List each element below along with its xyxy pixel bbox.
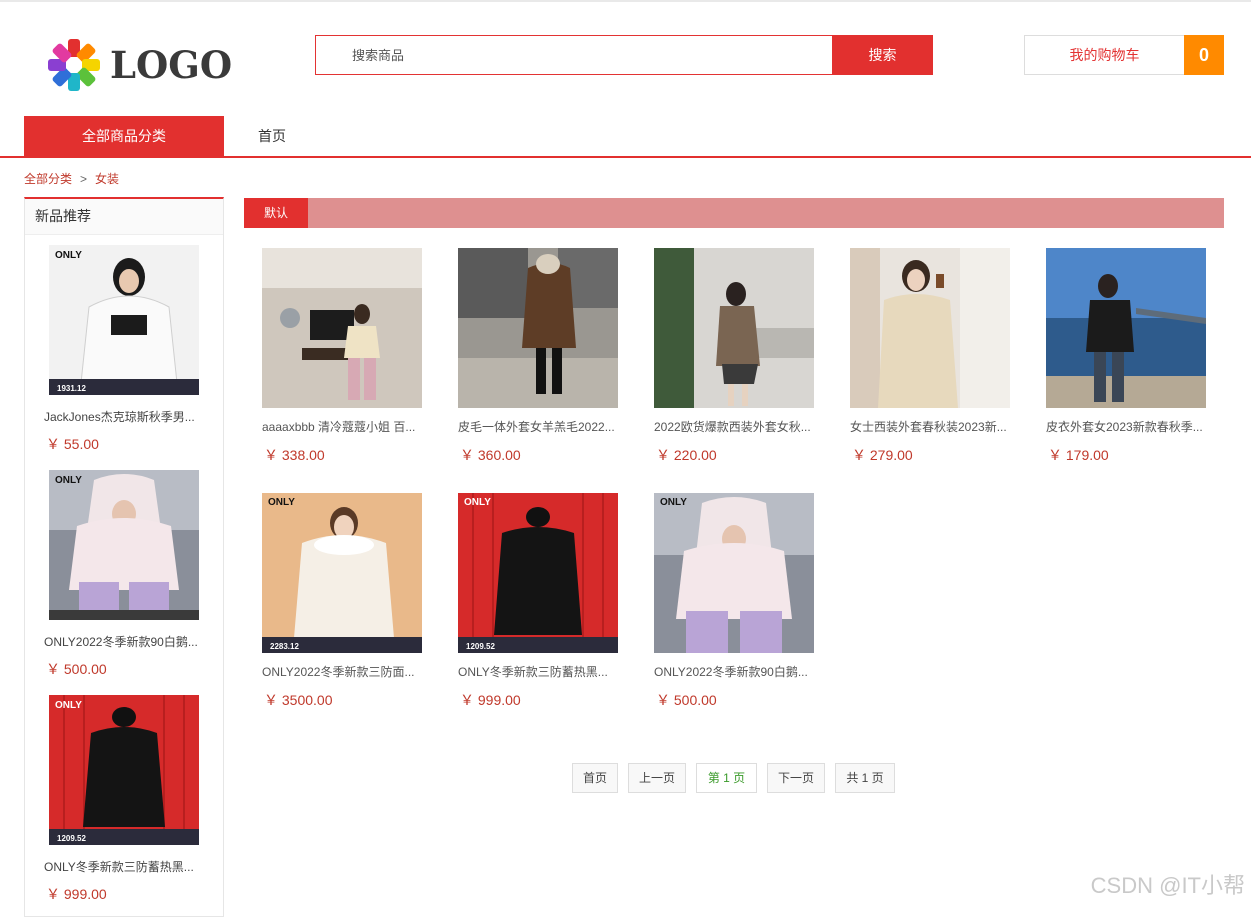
search-bar: 搜索 <box>315 35 933 75</box>
breadcrumb: 全部分类 > 女装 <box>24 170 119 187</box>
main-nav: 全部商品分类 首页 <box>0 116 1251 158</box>
product-image-black-down-coat[interactable]: ONLY 1209.52 <box>458 493 618 653</box>
svg-text:ONLY: ONLY <box>268 497 295 508</box>
svg-text:ONLY: ONLY <box>55 475 82 486</box>
breadcrumb-separator: > <box>80 172 88 186</box>
product-card[interactable]: 皮毛一体外套女羊羔毛2022... ￥ 360.00 <box>458 248 628 468</box>
product-card[interactable]: 皮衣外套女2023新款春秋季... ￥ 179.00 <box>1046 248 1216 468</box>
product-name[interactable]: ONLY2022冬季新款三防面... <box>262 663 424 680</box>
sort-bar: 默认 <box>244 198 1224 228</box>
product-price: ￥ 179.00 <box>1048 447 1109 463</box>
product-card[interactable]: ONLY 2283.12 ONLY2022冬季新款三防面... ￥ 3500.0… <box>262 493 432 713</box>
search-input[interactable] <box>315 35 832 75</box>
svg-text:ONLY: ONLY <box>55 700 82 711</box>
product-card[interactable]: aaaaxbbb 清冷蔻蔻小姐 百... ￥ 338.00 <box>262 248 432 468</box>
product-card[interactable]: 2022欧货爆款西装外套女秋... ￥ 220.00 <box>654 248 824 468</box>
product-price: ￥ 360.00 <box>460 447 521 463</box>
cart-label[interactable]: 我的购物车 <box>1024 35 1184 75</box>
product-image-brown-blazer[interactable] <box>654 248 814 408</box>
product-price: ￥ 279.00 <box>852 447 913 463</box>
svg-text:1931.12: 1931.12 <box>57 384 86 393</box>
product-price: ￥ 3500.00 <box>264 692 333 708</box>
nav-all-categories[interactable]: 全部商品分类 <box>24 116 224 156</box>
product-price: ￥ 500.00 <box>656 692 717 708</box>
logo-flower-icon <box>48 39 100 91</box>
product-name[interactable]: aaaaxbbb 清冷蔻蔻小姐 百... <box>262 418 424 435</box>
product-price: ￥ 999.00 <box>460 692 521 708</box>
sidebar-product[interactable]: ONLY 1209.52 ONLY冬季新款三防蓄热黑... ￥ 999.00 <box>25 695 223 920</box>
cart-count-badge[interactable]: 0 <box>1184 35 1224 75</box>
sort-default-button[interactable]: 默认 <box>244 198 308 228</box>
breadcrumb-root[interactable]: 全部分类 <box>24 172 72 186</box>
product-image-pink-parka[interactable]: ONLY <box>49 470 199 620</box>
product-image-white-jacket[interactable]: ONLY 1931.12 <box>49 245 199 395</box>
svg-text:1209.52: 1209.52 <box>466 642 495 651</box>
sidebar-product-price: ￥ 999.00 <box>46 886 107 902</box>
product-image-cream-jacket[interactable] <box>262 248 422 408</box>
sidebar-product[interactable]: ONLY 1931.12 JackJones杰克琼斯秋季男... ￥ 55.00 <box>25 245 223 470</box>
svg-text:ONLY: ONLY <box>55 250 82 261</box>
product-name[interactable]: 皮衣外套女2023新款春秋季... <box>1046 418 1208 435</box>
product-name[interactable]: ONLY2022冬季新款90白鹅... <box>654 663 816 680</box>
nav-home-link[interactable]: 首页 <box>258 116 286 156</box>
product-card[interactable]: ONLY ONLY2022冬季新款90白鹅... ￥ 500.00 <box>654 493 824 713</box>
sidebar-product[interactable]: ONLY ONLY2022冬季新款90白鹅... ￥ 500.00 <box>25 470 223 695</box>
product-name[interactable]: 2022欧货爆款西装外套女秋... <box>654 418 816 435</box>
product-price: ￥ 220.00 <box>656 447 717 463</box>
svg-text:1209.52: 1209.52 <box>57 834 86 843</box>
new-arrivals-sidebar: 新品推荐 ONLY 1931.12 JackJones杰克琼斯秋季男... ￥ … <box>24 197 224 917</box>
sidebar-product-name[interactable]: ONLY冬季新款三防蓄热黑... <box>44 858 204 875</box>
logo-text: LOGO <box>110 43 233 87</box>
sidebar-product-price: ￥ 500.00 <box>46 661 107 677</box>
product-name[interactable]: 皮毛一体外套女羊羔毛2022... <box>458 418 620 435</box>
sidebar-product-name[interactable]: ONLY2022冬季新款90白鹅... <box>44 633 204 650</box>
product-image-black-leather-coat[interactable] <box>1046 248 1206 408</box>
product-price: ￥ 338.00 <box>264 447 325 463</box>
page-total-label: 共 1 页 <box>835 763 895 793</box>
csdn-watermark: CSDN @IT小帮 <box>1090 873 1245 898</box>
search-button[interactable]: 搜索 <box>832 35 933 75</box>
product-image-beige-blazer[interactable] <box>850 248 1010 408</box>
top-border <box>0 0 1251 2</box>
shopping-cart[interactable]: 我的购物车 0 <box>1024 35 1224 75</box>
svg-text:ONLY: ONLY <box>464 497 491 508</box>
sidebar-product-name[interactable]: JackJones杰克琼斯秋季男... <box>44 408 204 425</box>
site-logo[interactable]: LOGO <box>44 35 232 95</box>
product-name[interactable]: ONLY冬季新款三防蓄热黑... <box>458 663 620 680</box>
product-card[interactable]: 女士西装外套春秋装2023新... ￥ 279.00 <box>850 248 1020 468</box>
product-image-white-fur-parka[interactable]: ONLY 2283.12 <box>262 493 422 653</box>
product-image-pink-parka[interactable]: ONLY <box>654 493 814 653</box>
svg-text:ONLY: ONLY <box>660 497 687 508</box>
svg-text:2283.12: 2283.12 <box>270 642 299 651</box>
page-prev-button[interactable]: 上一页 <box>628 763 686 793</box>
page-current-indicator[interactable]: 第 1 页 <box>696 763 757 793</box>
product-image-brown-leather-jacket[interactable] <box>458 248 618 408</box>
product-name[interactable]: 女士西装外套春秋装2023新... <box>850 418 1012 435</box>
product-image-black-coat[interactable]: ONLY 1209.52 <box>49 695 199 845</box>
sidebar-title: 新品推荐 <box>25 199 223 235</box>
product-card[interactable]: ONLY 1209.52 ONLY冬季新款三防蓄热黑... ￥ 999.00 <box>458 493 628 713</box>
page-next-button[interactable]: 下一页 <box>767 763 825 793</box>
page-first-button[interactable]: 首页 <box>572 763 618 793</box>
breadcrumb-current[interactable]: 女装 <box>95 172 119 186</box>
sidebar-product-price: ￥ 55.00 <box>46 436 99 452</box>
